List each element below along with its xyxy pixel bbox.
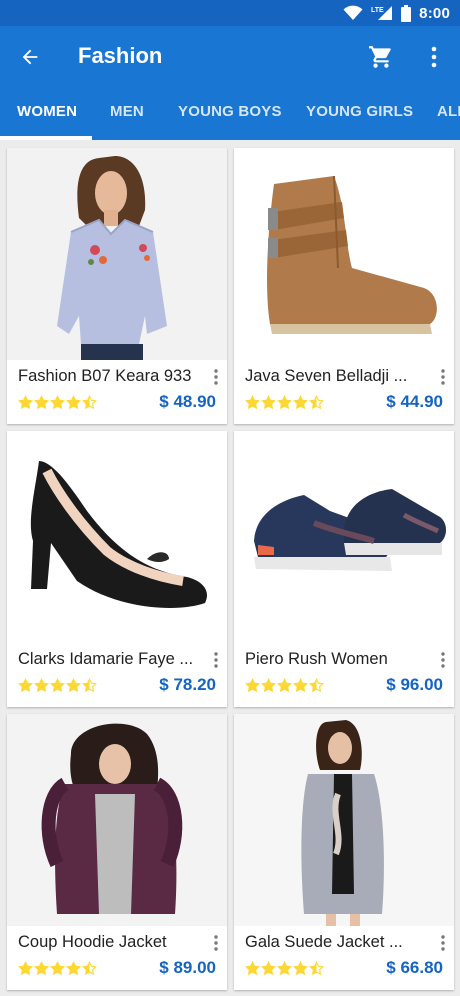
- star-icon: [34, 395, 49, 410]
- product-image: [234, 148, 454, 360]
- star-icon: [261, 678, 276, 693]
- product-menu-button[interactable]: [209, 650, 223, 670]
- star-icon: [50, 678, 65, 693]
- product-menu-button[interactable]: [209, 933, 223, 953]
- battery-icon: [401, 4, 412, 22]
- product-price: $ 44.90: [386, 392, 443, 411]
- rating-stars: [245, 395, 324, 410]
- cart-button[interactable]: [366, 43, 396, 71]
- star-half-icon: [309, 395, 324, 410]
- product-image: [234, 714, 454, 926]
- star-icon: [277, 961, 292, 976]
- product-card[interactable]: Java Seven Belladji ... $ 44.90: [234, 148, 454, 424]
- product-card[interactable]: Coup Hoodie Jacket $ 89.00: [7, 714, 227, 990]
- star-icon: [66, 961, 81, 976]
- star-half-icon: [309, 678, 324, 693]
- rating-stars: [245, 961, 324, 976]
- product-menu-button[interactable]: [209, 367, 223, 387]
- star-icon: [66, 678, 81, 693]
- star-icon: [34, 678, 49, 693]
- app-bar: Fashion: [0, 26, 460, 88]
- star-icon: [245, 395, 260, 410]
- product-name: Fashion B07 Keara 933: [18, 367, 192, 385]
- rating-stars: [18, 678, 97, 693]
- product-price: $ 66.80: [386, 958, 443, 977]
- star-icon: [18, 678, 33, 693]
- product-card[interactable]: Gala Suede Jacket ... $ 66.80: [234, 714, 454, 990]
- status-time: 8:00: [419, 4, 450, 22]
- rating-stars: [18, 395, 97, 410]
- product-card[interactable]: Clarks Idamarie Faye ... $ 78.20: [7, 431, 227, 707]
- more-vert-icon: [441, 369, 445, 385]
- tab-all[interactable]: ALL: [437, 88, 460, 140]
- product-image: [7, 714, 227, 926]
- star-half-icon: [309, 961, 324, 976]
- product-price: $ 89.00: [159, 958, 216, 977]
- tab-women[interactable]: WOMEN: [17, 88, 77, 140]
- more-vert-icon: [214, 369, 218, 385]
- star-icon: [50, 961, 65, 976]
- product-image: [234, 431, 454, 643]
- svg-text:LTE: LTE: [371, 7, 384, 14]
- tab-young-boys[interactable]: YOUNG BOYS: [178, 88, 282, 140]
- product-price: $ 96.00: [386, 675, 443, 694]
- star-icon: [245, 961, 260, 976]
- star-icon: [245, 678, 260, 693]
- tab-young-girls[interactable]: YOUNG GIRLS: [306, 88, 413, 140]
- tab-indicator: [0, 136, 92, 140]
- product-price: $ 78.20: [159, 675, 216, 694]
- more-options-button[interactable]: [422, 42, 446, 72]
- more-vert-icon: [431, 46, 437, 68]
- back-button[interactable]: [16, 43, 44, 71]
- star-icon: [18, 395, 33, 410]
- more-vert-icon: [214, 652, 218, 668]
- page-title: Fashion: [78, 43, 163, 68]
- product-menu-button[interactable]: [436, 367, 450, 387]
- more-vert-icon: [441, 935, 445, 951]
- category-tabs: WOMEN MEN YOUNG BOYS YOUNG GIRLS ALL: [0, 88, 460, 140]
- product-name: Coup Hoodie Jacket: [18, 933, 167, 951]
- product-name: Gala Suede Jacket ...: [245, 933, 403, 951]
- status-bar: LTE 8:00: [0, 0, 460, 26]
- lte-signal-icon: LTE: [371, 6, 393, 20]
- product-menu-button[interactable]: [436, 933, 450, 953]
- star-icon: [261, 395, 276, 410]
- product-card[interactable]: Fashion B07 Keara 933 $ 48.90: [7, 148, 227, 424]
- arrow-back-icon: [22, 49, 38, 65]
- star-half-icon: [82, 961, 97, 976]
- star-half-icon: [82, 678, 97, 693]
- rating-stars: [245, 678, 324, 693]
- tab-men[interactable]: MEN: [110, 88, 144, 140]
- product-card[interactable]: Piero Rush Women $ 96.00: [234, 431, 454, 707]
- more-vert-icon: [441, 652, 445, 668]
- rating-stars: [18, 961, 97, 976]
- star-icon: [277, 395, 292, 410]
- star-icon: [18, 961, 33, 976]
- star-icon: [66, 395, 81, 410]
- star-icon: [277, 678, 292, 693]
- product-name: Piero Rush Women: [245, 650, 388, 668]
- wifi-icon: [343, 5, 363, 20]
- product-name: Clarks Idamarie Faye ...: [18, 650, 194, 668]
- star-icon: [293, 678, 308, 693]
- product-image: [7, 431, 227, 643]
- more-vert-icon: [214, 935, 218, 951]
- product-price: $ 48.90: [159, 392, 216, 411]
- star-icon: [50, 395, 65, 410]
- star-icon: [34, 961, 49, 976]
- shopping-cart-icon: [369, 46, 391, 68]
- star-icon: [293, 395, 308, 410]
- product-image: [7, 148, 227, 360]
- star-half-icon: [82, 395, 97, 410]
- product-menu-button[interactable]: [436, 650, 450, 670]
- product-name: Java Seven Belladji ...: [245, 367, 408, 385]
- star-icon: [293, 961, 308, 976]
- star-icon: [261, 961, 276, 976]
